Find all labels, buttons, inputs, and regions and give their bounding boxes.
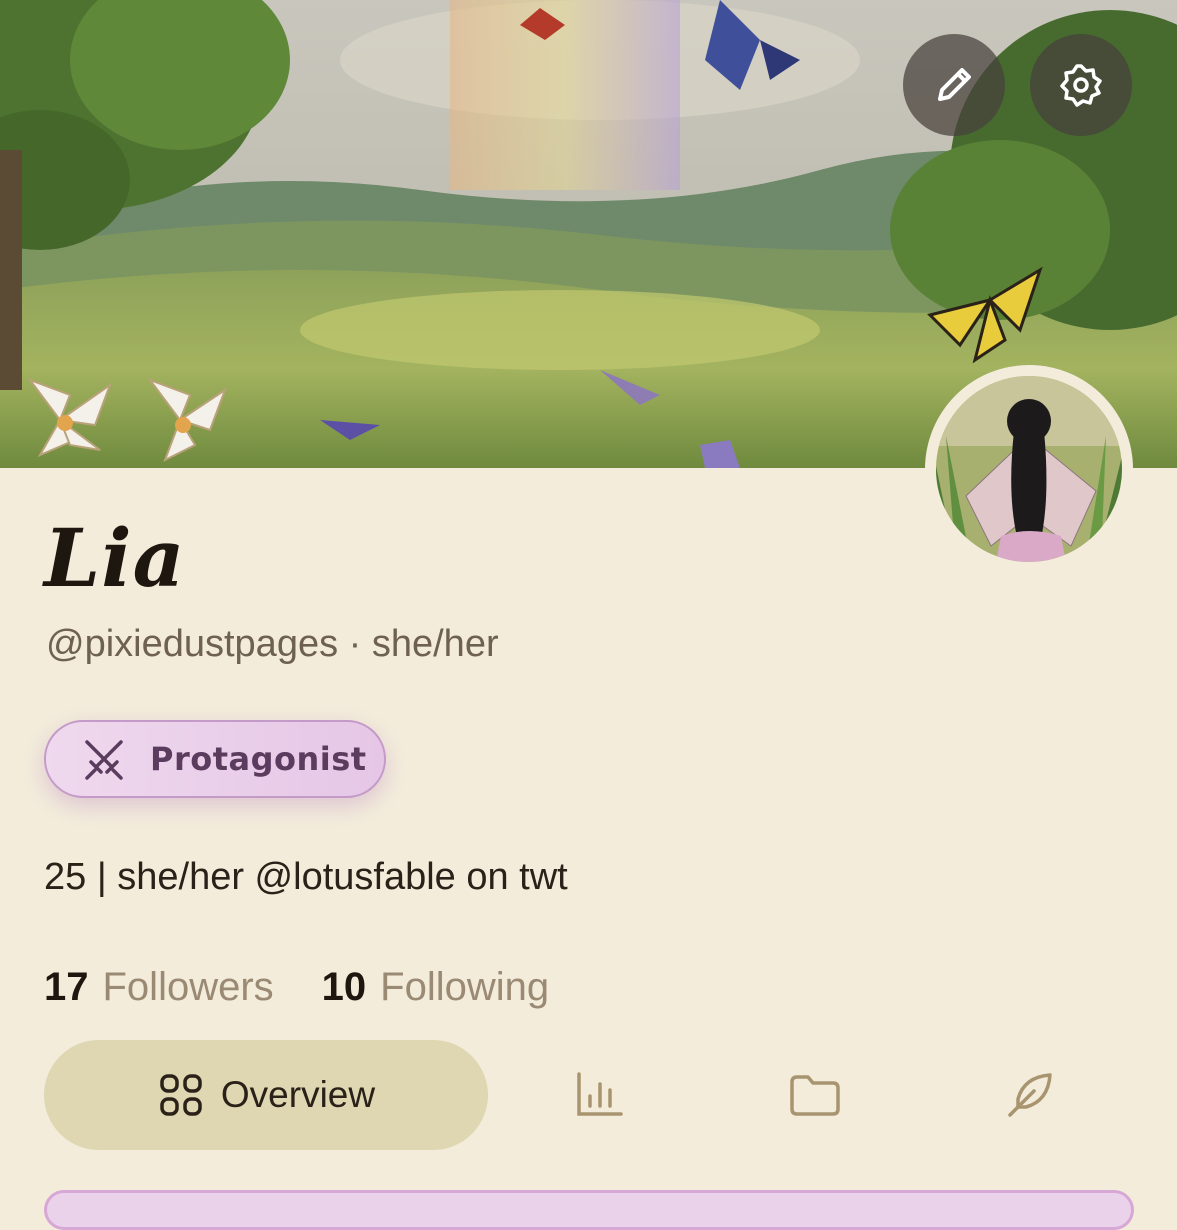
- following-count: 10: [321, 965, 367, 1009]
- followers-link[interactable]: 17 Followers: [44, 962, 274, 1012]
- avatar-image: [936, 376, 1122, 562]
- next-section-card: [44, 1190, 1134, 1230]
- settings-button[interactable]: [1030, 34, 1132, 136]
- tab-overview[interactable]: Overview: [44, 1040, 488, 1150]
- bio-text: 25 | she/her @lotusfable on twt: [44, 856, 568, 898]
- handle-pronouns: @pixiedustpages · she/her: [46, 623, 499, 665]
- feather-icon: [1008, 1073, 1052, 1117]
- profile-tabs: Overview: [0, 1040, 1177, 1150]
- tab-writing[interactable]: [975, 1040, 1085, 1150]
- gear-icon: [1060, 64, 1102, 107]
- pencil-icon: [938, 68, 971, 101]
- crossed-swords-icon: [85, 740, 123, 780]
- bar-chart-icon: [577, 1072, 623, 1116]
- following-link[interactable]: 10 Following: [322, 962, 549, 1012]
- tab-overview-label: Overview: [220, 1074, 376, 1115]
- badge-label: Protagonist: [150, 740, 367, 778]
- following-label: Following: [380, 965, 550, 1009]
- protagonist-badge[interactable]: Protagonist: [44, 720, 386, 798]
- display-name: Lia: [44, 511, 186, 605]
- tab-folders[interactable]: [760, 1040, 870, 1150]
- folder-icon: [790, 1075, 840, 1116]
- tab-stats[interactable]: [545, 1040, 655, 1150]
- followers-label: Followers: [102, 965, 274, 1009]
- follow-stats: 17 Followers 10 Following: [44, 962, 549, 1012]
- edit-profile-button[interactable]: [903, 34, 1005, 136]
- followers-count: 17: [44, 965, 89, 1009]
- avatar[interactable]: [925, 365, 1133, 573]
- grid-icon: [160, 1074, 202, 1116]
